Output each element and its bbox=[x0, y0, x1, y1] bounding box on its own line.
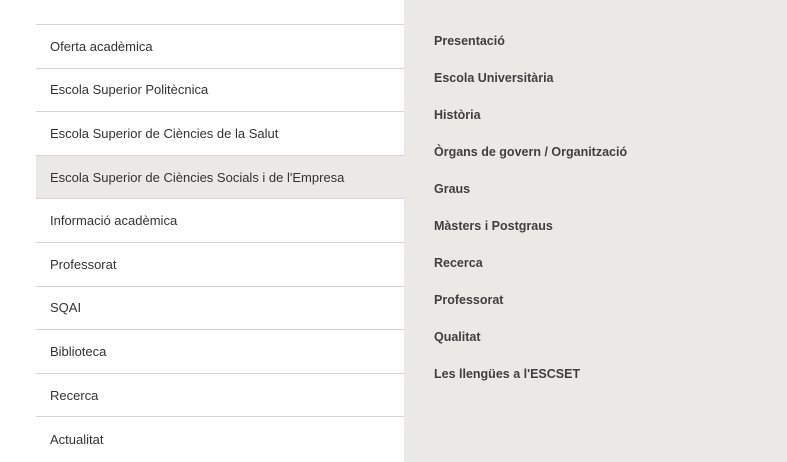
submenu-list: Presentació Escola Universitària Històri… bbox=[434, 33, 627, 403]
menu-item-professorat[interactable]: Professorat bbox=[36, 243, 404, 287]
main-menu-list: Oferta acadèmica Escola Superior Politèc… bbox=[36, 25, 404, 461]
menu-item-actualitat[interactable]: Actualitat bbox=[36, 417, 404, 461]
main-navigation-menu: Oferta acadèmica Escola Superior Politèc… bbox=[36, 0, 404, 462]
submenu-item-presentacio[interactable]: Presentació bbox=[434, 33, 627, 70]
submenu-item-masters-postgraus[interactable]: Màsters i Postgraus bbox=[434, 218, 627, 255]
menu-item-recerca[interactable]: Recerca bbox=[36, 374, 404, 418]
menu-item-informacio-academica[interactable]: Informació acadèmica bbox=[36, 199, 404, 243]
menu-item-escola-superior-politecnica[interactable]: Escola Superior Politècnica bbox=[36, 69, 404, 113]
submenu-item-escola-universitaria[interactable]: Escola Universitària bbox=[434, 70, 627, 107]
submenu-item-graus[interactable]: Graus bbox=[434, 181, 627, 218]
menu-item-oferta-academica[interactable]: Oferta acadèmica bbox=[36, 25, 404, 69]
submenu-item-llengues-escset[interactable]: Les llengües a l'ESCSET bbox=[434, 366, 627, 403]
submenu-item-organs-govern[interactable]: Òrgans de govern / Organització bbox=[434, 144, 627, 181]
menu-item-escola-superior-ciencies-socials-empresa[interactable]: Escola Superior de Ciències Socials i de… bbox=[36, 155, 404, 200]
submenu-item-qualitat[interactable]: Qualitat bbox=[434, 329, 627, 366]
menu-item-sqai[interactable]: SQAI bbox=[36, 287, 404, 331]
submenu-item-historia[interactable]: Història bbox=[434, 107, 627, 144]
submenu-item-professorat[interactable]: Professorat bbox=[434, 292, 627, 329]
menu-item-biblioteca[interactable]: Biblioteca bbox=[36, 330, 404, 374]
submenu-item-recerca[interactable]: Recerca bbox=[434, 255, 627, 292]
menu-item-escola-superior-ciencies-salut[interactable]: Escola Superior de Ciències de la Salut bbox=[36, 112, 404, 156]
submenu-panel: Presentació Escola Universitària Històri… bbox=[404, 0, 787, 462]
